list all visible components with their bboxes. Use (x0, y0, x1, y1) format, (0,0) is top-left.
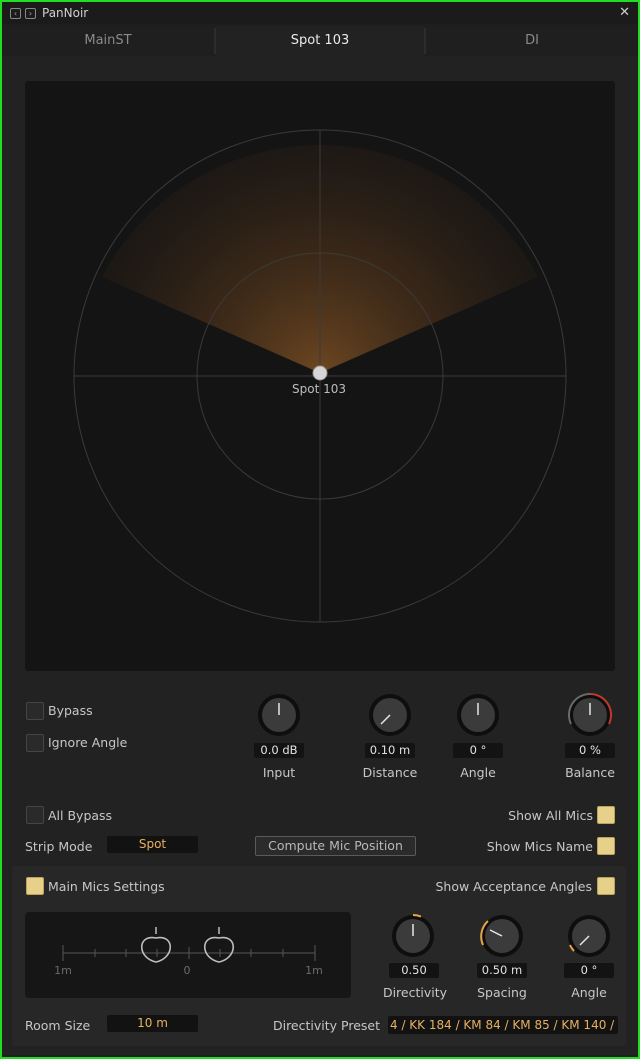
balance-knob[interactable] (568, 692, 612, 737)
room-size-label: Room Size (25, 1018, 91, 1033)
room-size-field[interactable]: 10 m (107, 1015, 198, 1032)
compute-mic-position-button[interactable]: Compute Mic Position (255, 836, 416, 856)
main-angle-label: Angle (571, 985, 607, 1000)
main-angle-value[interactable]: 0 ° (564, 963, 614, 978)
angle-label: Angle (460, 765, 496, 780)
input-label: Input (262, 765, 296, 780)
all-bypass-checkbox[interactable] (26, 806, 44, 824)
input-knob[interactable] (257, 693, 301, 737)
directivity-preset-label: Directivity Preset (272, 1018, 380, 1033)
directivity-value[interactable]: 0.50 (389, 963, 439, 978)
spacing-label: Spacing (477, 985, 527, 1000)
angle-value[interactable]: 0 ° (453, 743, 503, 758)
collapse-right-icon[interactable]: › (25, 8, 36, 19)
tab-bar: MainST Spot 103 DI (2, 26, 638, 56)
directivity-label: Directivity (382, 985, 448, 1000)
tab-spot-103[interactable]: Spot 103 (216, 26, 424, 56)
all-bypass-label: All Bypass (48, 808, 113, 823)
right-cardioid-icon (203, 927, 235, 963)
bypass-label: Bypass (48, 703, 93, 718)
main-mics-settings-checkbox[interactable] (26, 877, 44, 895)
input-value[interactable]: 0.0 dB (254, 743, 304, 758)
show-all-mics-label: Show All Mics (508, 808, 593, 823)
spacing-knob[interactable] (480, 914, 524, 958)
show-acceptance-angles-label: Show Acceptance Angles (435, 879, 592, 894)
angle-knob[interactable] (456, 693, 500, 737)
ruler-right-label: 1m (305, 964, 323, 977)
ignore-angle-label: Ignore Angle (48, 735, 128, 750)
mic-ruler: 1m 0 1m (54, 927, 323, 977)
ruler-left-label: 1m (54, 964, 72, 977)
distance-value[interactable]: 0.10 m (365, 743, 415, 758)
distance-knob[interactable] (368, 693, 412, 737)
collapse-left-icon[interactable]: ‹ (10, 8, 21, 19)
main-angle-knob[interactable] (567, 914, 611, 958)
show-mics-name-label: Show Mics Name (486, 839, 593, 854)
strip-mode-label: Strip Mode (25, 839, 93, 854)
polar-plot: Spot 103 (73, 129, 567, 623)
ruler-center-label: 0 (184, 964, 191, 977)
distance-label: Distance (362, 765, 418, 780)
spacing-value[interactable]: 0.50 m (477, 963, 527, 978)
show-acceptance-angles-checkbox[interactable] (597, 877, 615, 895)
show-mics-name-checkbox[interactable] (597, 837, 615, 855)
bypass-checkbox[interactable] (26, 702, 44, 720)
balance-label: Balance (565, 765, 615, 780)
left-cardioid-icon (140, 927, 172, 963)
directivity-preset-select[interactable]: 4 / KK 184 / KM 84 / KM 85 / KM 140 / K (388, 1016, 618, 1034)
main-mics-settings-label: Main Mics Settings (48, 879, 165, 894)
stage-view[interactable]: Spot 103 (25, 81, 615, 671)
main-mics-preview[interactable]: 1m 0 1m (25, 912, 351, 998)
mic-label: Spot 103 (292, 382, 346, 396)
show-all-mics-checkbox[interactable] (597, 806, 615, 824)
title-bar: ‹ › PanNoir ✕ (2, 2, 638, 24)
directivity-knob[interactable] (391, 914, 435, 958)
mic-handle[interactable] (312, 365, 328, 381)
tab-mainst[interactable]: MainST (2, 26, 214, 56)
window-title: PanNoir (42, 6, 89, 20)
ignore-angle-checkbox[interactable] (26, 734, 44, 752)
close-icon[interactable]: ✕ (619, 5, 630, 20)
balance-value[interactable]: 0 % (565, 743, 615, 758)
tab-di[interactable]: DI (426, 26, 638, 56)
strip-mode-select[interactable]: Spot (107, 836, 198, 853)
